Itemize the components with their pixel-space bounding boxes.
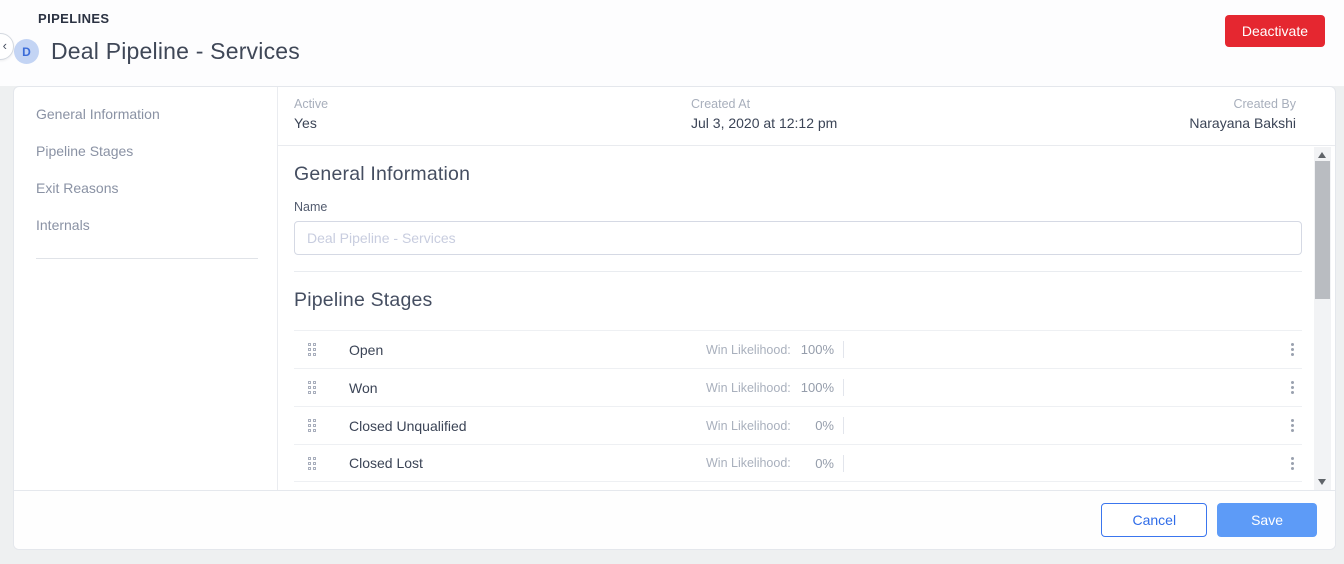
- save-button[interactable]: Save: [1217, 503, 1317, 537]
- drag-handle-icon[interactable]: [308, 381, 316, 394]
- win-likelihood-value: 0%: [815, 455, 834, 471]
- stage-separator: [843, 417, 844, 434]
- active-label: Active: [294, 97, 329, 111]
- stage-list: Open Win Likelihood: 100% Won Win Likeli…: [294, 330, 1302, 482]
- win-likelihood-value: 100%: [800, 380, 834, 395]
- meta-created-by: Created By Narayana Bakshi: [1189, 97, 1296, 131]
- created-by-value: Narayana Bakshi: [1189, 115, 1296, 131]
- vertical-scrollbar[interactable]: [1314, 147, 1331, 490]
- win-likelihood-label: Win Likelihood:: [706, 342, 791, 357]
- collapse-back-button[interactable]: ‹: [0, 33, 14, 60]
- breadcrumb: PIPELINES: [38, 11, 110, 26]
- stage-row: Closed Lost Win Likelihood: 0%: [294, 444, 1302, 482]
- stage-separator: [843, 379, 844, 396]
- stage-name: Closed Unqualified: [349, 417, 467, 434]
- win-likelihood-value: 0%: [815, 418, 834, 433]
- scroll-content: General Information Name Pipeline Stages…: [278, 163, 1335, 482]
- title-row: D Deal Pipeline - Services: [14, 38, 300, 65]
- drag-handle-icon[interactable]: [308, 419, 316, 432]
- action-footer: Cancel Save: [14, 490, 1335, 549]
- created-by-label: Created By: [1233, 97, 1296, 111]
- active-value: Yes: [294, 115, 317, 131]
- win-likelihood-label: Win Likelihood:: [706, 380, 791, 395]
- kebab-menu-icon[interactable]: [1284, 378, 1300, 398]
- drag-handle-icon[interactable]: [308, 456, 316, 470]
- main-panel: Active Yes Created At Jul 3, 2020 at 12:…: [278, 87, 1335, 490]
- back-chevron-icon: ‹: [2, 38, 7, 53]
- name-field-label: Name: [294, 200, 328, 214]
- deactivate-button[interactable]: Deactivate: [1224, 15, 1325, 47]
- scroll-down-arrow-icon[interactable]: [1318, 479, 1326, 485]
- win-likelihood-value: 100%: [800, 342, 834, 357]
- stage-separator: [843, 341, 844, 358]
- win-likelihood-label: Win Likelihood:: [706, 418, 791, 433]
- sidebar-item-internals[interactable]: Internals: [14, 207, 277, 244]
- stage-row: Open Win Likelihood: 100%: [294, 330, 1302, 368]
- kebab-menu-icon[interactable]: [1284, 453, 1300, 473]
- meta-active: Active Yes: [294, 97, 691, 131]
- created-at-label: Created At: [691, 97, 751, 111]
- page-header: PIPELINES ‹ D Deal Pipeline - Services D…: [0, 0, 1344, 86]
- stage-name: Closed Lost: [349, 455, 423, 471]
- created-at-value: Jul 3, 2020 at 12:12 pm: [691, 115, 838, 131]
- scrollbar-thumb[interactable]: [1315, 161, 1330, 299]
- stage-name: Won: [349, 379, 378, 396]
- pipeline-meta-row: Active Yes Created At Jul 3, 2020 at 12:…: [278, 87, 1335, 146]
- kebab-menu-icon[interactable]: [1284, 416, 1300, 436]
- cancel-button[interactable]: Cancel: [1101, 503, 1208, 537]
- scroll-up-arrow-icon[interactable]: [1318, 152, 1326, 158]
- page-title: Deal Pipeline - Services: [51, 38, 300, 64]
- pipeline-stages-heading: Pipeline Stages: [294, 289, 433, 311]
- stage-name: Open: [349, 341, 384, 358]
- section-nav-sidebar: General Information Pipeline Stages Exit…: [14, 87, 278, 490]
- kebab-menu-icon[interactable]: [1284, 340, 1300, 360]
- pipeline-name-input[interactable]: [294, 221, 1302, 255]
- win-likelihood-label: Win Likelihood:: [706, 456, 791, 470]
- drag-handle-icon[interactable]: [308, 343, 316, 356]
- sidebar-item-pipeline-stages[interactable]: Pipeline Stages: [14, 133, 277, 170]
- stage-row: Won Win Likelihood: 100%: [294, 368, 1302, 406]
- sidebar-divider: [36, 258, 258, 259]
- meta-created-at: Created At Jul 3, 2020 at 12:12 pm: [691, 97, 1189, 131]
- general-information-heading: General Information: [294, 163, 471, 185]
- sidebar-item-exit-reasons[interactable]: Exit Reasons: [14, 170, 277, 207]
- stage-separator: [843, 455, 844, 472]
- pipeline-detail-card: General Information Pipeline Stages Exit…: [13, 86, 1336, 550]
- pipeline-avatar: D: [14, 39, 39, 64]
- stage-row: Closed Unqualified Win Likelihood: 0%: [294, 406, 1302, 444]
- section-divider: [294, 271, 1302, 272]
- sidebar-item-general-information[interactable]: General Information: [14, 96, 277, 133]
